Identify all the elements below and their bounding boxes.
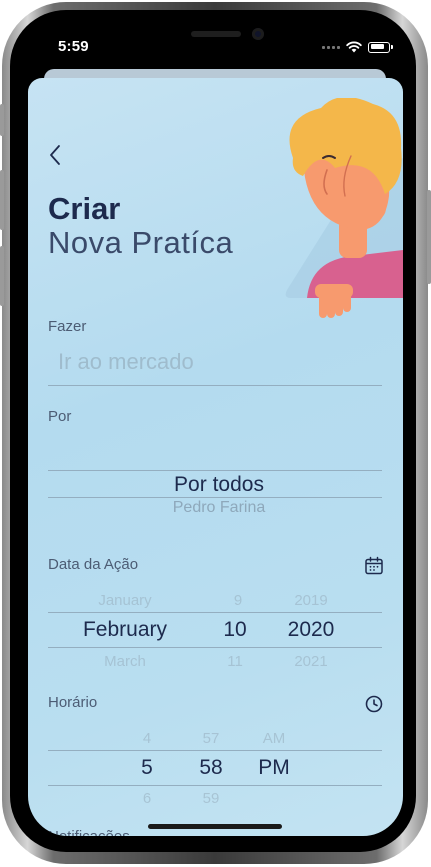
date-prev-year: 2019 bbox=[294, 592, 328, 609]
time-row-selected[interactable]: 5 58 PM bbox=[28, 756, 403, 784]
battery-icon bbox=[368, 41, 390, 53]
notifications-label: Notificações bbox=[48, 828, 130, 836]
status-indicators bbox=[322, 40, 393, 54]
assignee-selected-value: Por todos bbox=[174, 473, 264, 496]
power-button bbox=[427, 190, 431, 284]
volume-down-button bbox=[0, 246, 4, 306]
battery-tip bbox=[391, 45, 393, 49]
time-picker-top-divider bbox=[48, 750, 382, 751]
speaker-grille bbox=[191, 31, 241, 37]
time-selected-period: PM bbox=[258, 756, 290, 779]
time-next-hour: 6 bbox=[142, 790, 152, 804]
task-input[interactable] bbox=[48, 342, 382, 382]
time-row-prev[interactable]: 4 57 AM bbox=[28, 730, 403, 747]
character-illustration bbox=[285, 98, 403, 318]
home-indicator[interactable] bbox=[148, 824, 282, 829]
time-label: Horário bbox=[48, 694, 98, 711]
date-next-day: 11 bbox=[227, 653, 243, 667]
date-label: Data da Ação bbox=[48, 556, 139, 573]
time-picker-bottom-divider bbox=[48, 785, 382, 786]
assignee-picker-top-divider bbox=[48, 470, 382, 471]
date-prev-month: January bbox=[98, 592, 152, 609]
assignee-label: Por bbox=[48, 408, 72, 425]
time-selected-hour: 5 bbox=[141, 756, 153, 779]
time-prev-period: AM bbox=[262, 730, 286, 747]
cellular-signal-icon bbox=[322, 45, 340, 49]
date-selected-year: 2020 bbox=[287, 618, 335, 641]
status-time: 5:59 bbox=[58, 38, 89, 55]
date-next-year: 2021 bbox=[294, 653, 328, 667]
assignee-picker-bottom-divider bbox=[48, 497, 382, 498]
date-picker-bottom-divider bbox=[48, 647, 382, 648]
front-camera bbox=[252, 28, 264, 40]
calendar-icon[interactable] bbox=[363, 555, 385, 577]
clock-icon[interactable] bbox=[363, 693, 385, 715]
create-practice-sheet: Criar Nova Pratíca Fazer Por Por todos P… bbox=[28, 78, 403, 836]
date-selected-month: February bbox=[82, 618, 168, 641]
time-next-minute: 59 bbox=[202, 790, 220, 804]
date-selected-day: 10 bbox=[223, 618, 247, 641]
time-prev-minute: 57 bbox=[202, 730, 220, 747]
task-underline bbox=[48, 385, 382, 386]
assignee-option-selected[interactable]: Por todos bbox=[28, 473, 403, 499]
date-row-prev[interactable]: January 9 2019 bbox=[28, 592, 403, 610]
date-picker-top-divider bbox=[48, 612, 382, 613]
date-prev-day: 9 bbox=[233, 592, 243, 609]
time-selected-minute: 58 bbox=[199, 756, 223, 779]
page-subtitle: Nova Pratíca bbox=[48, 225, 234, 260]
date-row-selected[interactable]: February 10 2020 bbox=[28, 618, 403, 646]
volume-up-button bbox=[0, 170, 4, 230]
time-row-next[interactable]: 6 59 bbox=[28, 790, 403, 804]
page-title: Criar bbox=[48, 191, 121, 226]
date-next-month: March bbox=[104, 653, 146, 667]
task-label: Fazer bbox=[48, 318, 87, 335]
mute-switch bbox=[0, 104, 4, 136]
assignee-next-value: Pedro Farina bbox=[172, 499, 266, 516]
date-row-next[interactable]: March 11 2021 bbox=[28, 653, 403, 667]
time-prev-hour: 4 bbox=[142, 730, 152, 747]
assignee-option-next[interactable]: Pedro Farina bbox=[28, 499, 403, 519]
wifi-icon bbox=[346, 41, 362, 53]
back-button[interactable] bbox=[46, 142, 66, 168]
